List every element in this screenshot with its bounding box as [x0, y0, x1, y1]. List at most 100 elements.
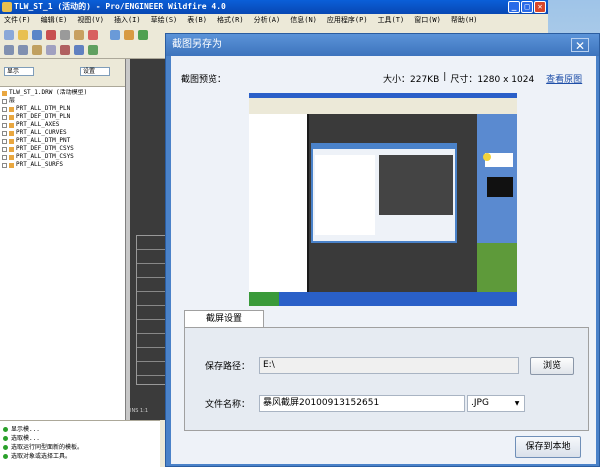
- browse-button[interactable]: 浏览: [530, 357, 574, 375]
- menu-help[interactable]: 帮助(H): [451, 14, 478, 27]
- layer-icon: [9, 154, 14, 160]
- cut-icon[interactable]: [60, 30, 70, 40]
- model-tree: TLW_ST_1.DRW (活动模型) 层 PRT_ALL_DTM_PLN PR…: [0, 87, 125, 171]
- message-line: 显示模...: [3, 425, 157, 434]
- layer-icon: [9, 130, 14, 136]
- format-value: .JPG: [471, 398, 489, 408]
- tree-item[interactable]: PRT_DEF_DTM_CSYS: [2, 145, 123, 153]
- menu-format[interactable]: 格式(R): [217, 14, 244, 27]
- menu-edit[interactable]: 编辑(E): [41, 14, 68, 27]
- save-icon[interactable]: [32, 30, 42, 40]
- message-icon: [3, 454, 8, 459]
- repaint-icon[interactable]: [46, 45, 56, 55]
- layer-icon: [9, 138, 14, 144]
- drawing-icon: [2, 90, 7, 96]
- menu-view[interactable]: 视图(V): [77, 14, 104, 27]
- expand-icon[interactable]: [2, 106, 7, 112]
- preview-label: 截图预览：: [181, 75, 227, 85]
- undo-icon[interactable]: [110, 30, 120, 40]
- dialog-titlebar: 截图另存为 ✕: [166, 34, 599, 56]
- message-icon: [3, 445, 8, 450]
- dialog-title: 截图另存为: [172, 39, 222, 50]
- layer-icon: [9, 106, 14, 112]
- expand-icon[interactable]: [2, 114, 7, 120]
- new-icon[interactable]: [4, 30, 14, 40]
- tree-item[interactable]: PRT_ALL_DTM_CSYS: [2, 153, 123, 161]
- screenshot-preview: [249, 93, 517, 306]
- menu-window[interactable]: 窗口(W): [414, 14, 441, 27]
- zoom-in-icon[interactable]: [4, 45, 14, 55]
- layer-icon: [9, 122, 14, 128]
- maximize-icon[interactable]: □: [521, 1, 533, 13]
- message-icon: [3, 427, 8, 432]
- tab-screenshot-settings[interactable]: 截屏设置: [184, 310, 264, 328]
- close-icon[interactable]: ✕: [571, 38, 589, 53]
- tree-root-item[interactable]: TLW_ST_1.DRW (活动模型): [2, 89, 123, 97]
- expand-icon[interactable]: [2, 122, 7, 128]
- model-tree-toolbar: 显示 设置: [0, 59, 125, 87]
- expand-icon[interactable]: [2, 162, 7, 168]
- tree-item[interactable]: PRT_ALL_SURFS: [2, 161, 123, 169]
- app-titlebar: TLW_ST_1 (活动的) - Pro/ENGINEER Wildfire 4…: [0, 0, 548, 14]
- tree-item[interactable]: PRT_ALL_DTM_PNT: [2, 137, 123, 145]
- format-select[interactable]: .JPG ▼: [467, 395, 525, 412]
- redo-icon[interactable]: [124, 30, 134, 40]
- save-path-field[interactable]: E:\: [259, 357, 519, 374]
- regen-icon[interactable]: [138, 30, 148, 40]
- save-local-button[interactable]: 保存到本地: [515, 436, 581, 458]
- message-area: 显示模... 选取模... 选取运行同型面新的模板。 选取对象或选择工具。: [0, 420, 160, 467]
- point-icon[interactable]: [88, 45, 98, 55]
- chevron-down-icon[interactable]: ▼: [511, 397, 523, 410]
- axis-icon[interactable]: [74, 45, 84, 55]
- layer-icon: [9, 114, 14, 120]
- menubar: 文件(F) 编辑(E) 视图(V) 插入(I) 草绘(S) 表(B) 格式(R)…: [0, 14, 548, 27]
- view-original-link[interactable]: 查看原图: [546, 72, 582, 85]
- tree-layer-item[interactable]: 层: [2, 97, 123, 105]
- tree-item[interactable]: PRT_ALL_CURVES: [2, 129, 123, 137]
- settings-panel: 保存路径： E:\ 浏览 文件名称： 暴风截屏20100913152651 .J…: [184, 327, 589, 431]
- dimensions-label: 尺寸：1280 x 1024: [450, 75, 535, 85]
- datum-icon[interactable]: [60, 45, 70, 55]
- layer-icon: [9, 146, 14, 152]
- minimize-icon[interactable]: _: [508, 1, 520, 13]
- tree-item[interactable]: PRT_ALL_DTM_PLN: [2, 105, 123, 113]
- message-line: 选取运行同型面新的模板。: [3, 443, 157, 452]
- show-dropdown[interactable]: 显示: [4, 67, 34, 76]
- menu-insert[interactable]: 插入(I): [114, 14, 141, 27]
- image-info: 大小：227KB | 尺寸：1280 x 1024 查看原图: [383, 72, 583, 85]
- tree-item[interactable]: PRT_DEF_DTM_PLN: [2, 113, 123, 121]
- layer-icon: [9, 162, 14, 168]
- message-line: 选取对象或选择工具。: [3, 452, 157, 461]
- expand-icon[interactable]: [2, 146, 7, 152]
- menu-info[interactable]: 信息(N): [290, 14, 317, 27]
- menu-tools[interactable]: 工具(T): [378, 14, 405, 27]
- menu-table[interactable]: 表(B): [187, 14, 207, 27]
- open-icon[interactable]: [18, 30, 28, 40]
- expand-icon[interactable]: [2, 138, 7, 144]
- print-icon[interactable]: [46, 30, 56, 40]
- menu-file[interactable]: 文件(F): [4, 14, 31, 27]
- close-icon[interactable]: ✕: [534, 1, 546, 13]
- message-line: 选取模...: [3, 434, 157, 443]
- menu-analysis[interactable]: 分析(A): [254, 14, 281, 27]
- expand-icon[interactable]: [2, 154, 7, 160]
- expand-icon[interactable]: [2, 130, 7, 136]
- settings-dropdown[interactable]: 设置: [80, 67, 110, 76]
- tree-item[interactable]: PRT_ALL_AXES: [2, 121, 123, 129]
- copy-icon[interactable]: [74, 30, 84, 40]
- model-tree-panel: 显示 设置 TLW_ST_1.DRW (活动模型) 层 PRT_ALL_DTM_…: [0, 59, 126, 467]
- message-icon: [3, 436, 8, 441]
- expand-icon[interactable]: [2, 98, 7, 104]
- menu-sketch[interactable]: 草绘(S): [151, 14, 178, 27]
- menu-applications[interactable]: 应用程序(P): [327, 14, 368, 27]
- paste-icon[interactable]: [88, 30, 98, 40]
- size-label: 大小：227KB: [383, 75, 440, 85]
- dialog-body: 截图预览： 大小：227KB | 尺寸：1280 x 1024 查看原图 截屏设…: [171, 56, 596, 464]
- path-label: 保存路径：: [205, 362, 251, 372]
- app-icon: [2, 2, 12, 12]
- refit-icon[interactable]: [32, 45, 42, 55]
- filename-field[interactable]: 暴风截屏20100913152651: [259, 395, 465, 412]
- filename-label: 文件名称：: [205, 400, 251, 410]
- zoom-out-icon[interactable]: [18, 45, 28, 55]
- save-screenshot-dialog: 截图另存为 ✕ 截图预览： 大小：227KB | 尺寸：1280 x 1024 …: [165, 33, 600, 467]
